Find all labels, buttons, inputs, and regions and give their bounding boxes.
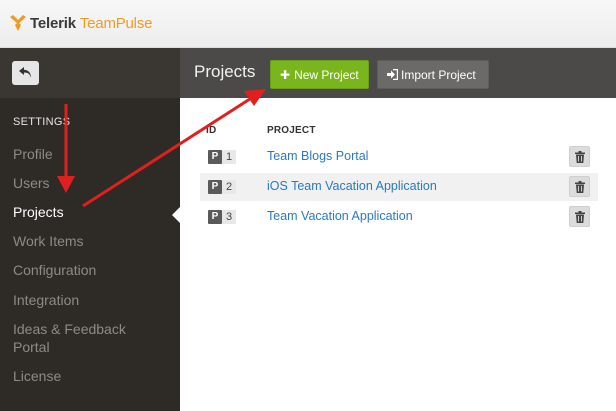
project-link[interactable]: iOS Team Vacation Application (267, 179, 437, 193)
column-header-id: ID (206, 125, 217, 136)
new-project-button[interactable]: ✚ New Project (270, 60, 369, 89)
product-name: TeamPulse (79, 14, 153, 32)
plus-icon: ✚ (280, 67, 291, 82)
sidebar-item-license[interactable]: License (13, 367, 163, 385)
project-type-badge: P (208, 150, 222, 164)
top-bar: Telerik TeamPulse (0, 0, 616, 48)
project-type-badge: P (208, 180, 222, 194)
settings-heading: SETTINGS (13, 116, 71, 128)
active-indicator (172, 207, 180, 223)
table-row: P 1 Team Blogs Portal (200, 143, 598, 171)
trash-icon (574, 150, 585, 163)
telerik-logo-icon (10, 15, 26, 31)
project-link[interactable]: Team Vacation Application (267, 209, 413, 223)
projects-table: ID PROJECT P 1 Team Blogs Portal P 2 iOS… (180, 98, 616, 411)
column-header-project: PROJECT (267, 125, 316, 136)
import-icon (387, 69, 398, 80)
new-project-label: New Project (294, 67, 359, 82)
back-button[interactable] (12, 61, 39, 85)
sidebar-item-integration[interactable]: Integration (13, 291, 163, 309)
undo-arrow-icon (18, 67, 31, 78)
trash-icon (574, 180, 585, 193)
delete-project-button[interactable] (569, 176, 590, 197)
trash-icon (574, 210, 585, 223)
table-row: P 3 Team Vacation Application (200, 203, 598, 231)
delete-project-button[interactable] (569, 206, 590, 227)
delete-project-button[interactable] (569, 146, 590, 167)
page-toolbar: Projects ✚ New Project Import Project (180, 48, 616, 98)
project-id: 2 (222, 180, 236, 194)
sidebar-item-users[interactable]: Users (13, 174, 163, 192)
project-type-badge: P (208, 210, 222, 224)
page-title: Projects (194, 62, 256, 81)
back-strip (0, 48, 180, 98)
app-logo[interactable]: Telerik TeamPulse (9, 13, 152, 33)
project-id: 1 (222, 150, 236, 164)
sidebar-item-profile[interactable]: Profile (13, 145, 163, 163)
sidebar-item-projects[interactable]: Projects (13, 203, 163, 221)
table-row: P 2 iOS Team Vacation Application (200, 173, 598, 201)
settings-sidebar: SETTINGS Profile Users Projects Work Ite… (0, 48, 180, 411)
import-project-label: Import Project (401, 67, 476, 82)
import-project-button[interactable]: Import Project (377, 60, 489, 89)
sidebar-item-ideas-feedback-portal[interactable]: Ideas & Feedback Portal (13, 320, 138, 356)
project-id: 3 (222, 210, 236, 224)
project-link[interactable]: Team Blogs Portal (267, 149, 368, 163)
sidebar-item-work-items[interactable]: Work Items (13, 232, 163, 250)
brand-name: Telerik (30, 14, 76, 32)
sidebar-item-configuration[interactable]: Configuration (13, 261, 163, 279)
